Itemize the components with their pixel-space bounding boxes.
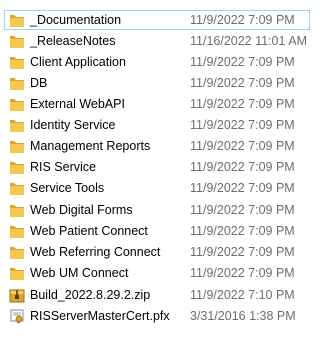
file-row-web-digital-forms[interactable]: Web Digital Forms 11/9/2022 7:09 PM [0, 200, 314, 221]
file-name: Build_2022.8.29.2.zip [30, 288, 151, 302]
file-row-documentation[interactable]: _Documentation 11/9/2022 7:09 PM [0, 10, 314, 31]
file-row-ris-service[interactable]: RIS Service 11/9/2022 7:09 PM [0, 157, 314, 178]
file-row-management-reports[interactable]: Management Reports 11/9/2022 7:09 PM [0, 136, 314, 157]
file-name: Web Patient Connect [30, 224, 148, 238]
file-name: Web UM Connect [30, 266, 129, 280]
folder-icon [9, 181, 25, 196]
file-date-modified: 11/16/2022 11:01 AM [190, 34, 307, 48]
certificate-file-icon [9, 309, 25, 324]
file-name: RISServerMasterCert.pfx [30, 309, 170, 323]
file-date-modified: 3/31/2016 1:38 PM [190, 309, 296, 323]
folder-icon [9, 55, 25, 70]
folder-icon [9, 245, 25, 260]
file-date-modified: 11/9/2022 7:09 PM [190, 224, 295, 238]
folder-icon [9, 34, 25, 49]
file-name: Management Reports [30, 139, 151, 153]
file-date-modified: 11/9/2022 7:09 PM [190, 203, 295, 217]
file-date-modified: 11/9/2022 7:09 PM [190, 13, 295, 27]
file-row-web-referring-connect[interactable]: Web Referring Connect 11/9/2022 7:09 PM [0, 242, 314, 263]
folder-icon [9, 139, 25, 154]
file-row-client-application[interactable]: Client Application 11/9/2022 7:09 PM [0, 52, 314, 73]
folder-icon [9, 203, 25, 218]
folder-icon [9, 118, 25, 133]
file-row-service-tools[interactable]: Service Tools 11/9/2022 7:09 PM [0, 178, 314, 199]
folder-icon [9, 97, 25, 112]
folder-icon [9, 160, 25, 175]
file-name: Web Referring Connect [30, 245, 161, 259]
file-date-modified: 11/9/2022 7:09 PM [190, 181, 295, 195]
file-name: Service Tools [30, 181, 105, 195]
file-date-modified: 11/9/2022 7:09 PM [190, 55, 295, 69]
file-row-external-webapi[interactable]: External WebAPI 11/9/2022 7:09 PM [0, 94, 314, 115]
file-date-modified: 11/9/2022 7:10 PM [190, 288, 295, 302]
file-row-identity-service[interactable]: Identity Service 11/9/2022 7:09 PM [0, 115, 314, 136]
file-date-modified: 11/9/2022 7:09 PM [190, 139, 295, 153]
file-name: External WebAPI [30, 97, 125, 111]
file-name: _Documentation [30, 13, 122, 27]
folder-icon [9, 266, 25, 281]
file-row-web-um-connect[interactable]: Web UM Connect 11/9/2022 7:09 PM [0, 263, 314, 284]
file-name: Identity Service [30, 118, 116, 132]
file-name: Web Digital Forms [30, 203, 133, 217]
folder-icon [9, 13, 25, 28]
file-date-modified: 11/9/2022 7:09 PM [190, 266, 295, 280]
file-date-modified: 11/9/2022 7:09 PM [190, 76, 295, 90]
file-date-modified: 11/9/2022 7:09 PM [190, 97, 295, 111]
file-name: Client Application [30, 55, 126, 69]
file-row-releasenotes[interactable]: _ReleaseNotes 11/16/2022 11:01 AM [0, 31, 314, 52]
file-date-modified: 11/9/2022 7:09 PM [190, 118, 295, 132]
file-name: DB [30, 76, 48, 90]
folder-icon [9, 224, 25, 239]
file-row-server-cert[interactable]: RISServerMasterCert.pfx 3/31/2016 1:38 P… [0, 306, 314, 327]
folder-icon [9, 76, 25, 91]
file-date-modified: 11/9/2022 7:09 PM [190, 160, 295, 174]
file-row-web-patient-connect[interactable]: Web Patient Connect 11/9/2022 7:09 PM [0, 221, 314, 242]
file-date-modified: 11/9/2022 7:09 PM [190, 245, 295, 259]
file-row-build-zip[interactable]: Build_2022.8.29.2.zip 11/9/2022 7:10 PM [0, 285, 314, 306]
file-row-db[interactable]: DB 11/9/2022 7:09 PM [0, 73, 314, 94]
zip-archive-icon [9, 288, 25, 303]
file-name: RIS Service [30, 160, 96, 174]
file-name: _ReleaseNotes [30, 34, 116, 48]
